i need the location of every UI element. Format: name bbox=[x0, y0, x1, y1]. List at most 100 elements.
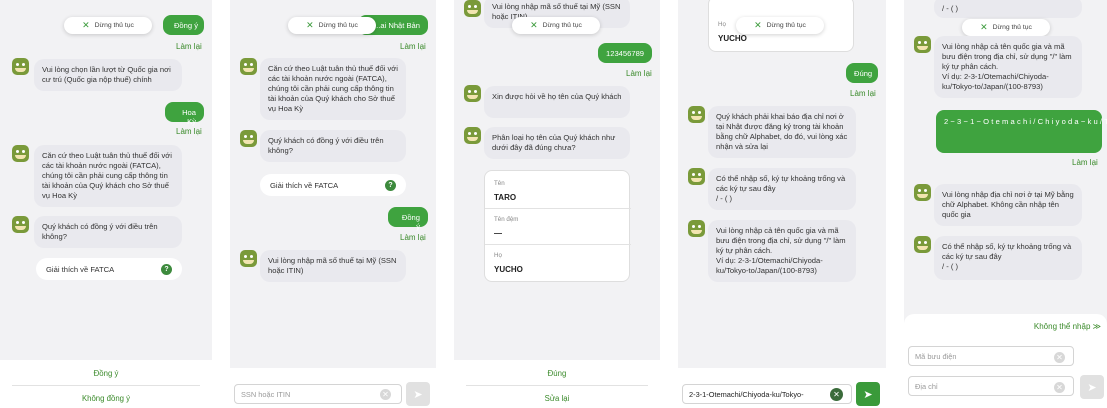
send-button[interactable]: ➤ bbox=[1080, 375, 1104, 399]
double-chevron-right-icon: ≫ bbox=[1092, 322, 1101, 331]
fatca-explanation-label: Giải thích về FATCA bbox=[46, 264, 115, 274]
bot-avatar bbox=[240, 130, 257, 147]
middle-name-label: Tên đệm bbox=[494, 216, 519, 223]
agree-button[interactable]: Đồng ý bbox=[0, 369, 212, 378]
bot-avatar bbox=[688, 220, 705, 237]
name-card: Tên TARO Tên đệm — Họ YUCHO bbox=[484, 170, 631, 282]
input-bar: SSN hoặc ITIN ✕ ➤ bbox=[230, 368, 436, 408]
first-name-label: Tên bbox=[494, 180, 505, 187]
skip-input-link[interactable]: Không thể nhập ≫ bbox=[1034, 322, 1101, 331]
middle-name-value: — bbox=[494, 229, 502, 238]
bot-message-name: Xin được hỏi về họ tên của Quý khách bbox=[484, 86, 630, 118]
redo-link[interactable]: Làm lại bbox=[626, 69, 652, 78]
user-message-agree: Đồng ý bbox=[163, 15, 204, 35]
bot-message-address-note: Quý khách phải khai báo địa chỉ nơi ở tạ… bbox=[708, 106, 856, 158]
bot-message-example: Vui lòng nhập cả tên quốc gia và mã bưu … bbox=[934, 36, 1082, 98]
user-message-us: Hoa Kỳ bbox=[165, 102, 204, 126]
bot-avatar bbox=[12, 58, 29, 75]
ssn-input[interactable]: SSN hoặc ITIN bbox=[234, 384, 402, 404]
bot-avatar bbox=[464, 85, 481, 102]
stop-procedure-button[interactable]: ✕ Dừng thủ tục bbox=[512, 17, 600, 34]
address-input[interactable]: 2-3-1-Otemachi/Chiyoda-ku/Tokyo- bbox=[682, 384, 852, 404]
clear-icon[interactable]: ✕ bbox=[1054, 382, 1065, 393]
bot-avatar bbox=[12, 145, 29, 162]
fatca-explanation-button[interactable]: Giải thích về FATCA ? bbox=[260, 174, 406, 196]
stop-procedure-button[interactable]: ✕ Dừng thủ tục bbox=[962, 19, 1050, 36]
fix-button[interactable]: Sửa lại bbox=[454, 394, 660, 403]
close-icon: ✕ bbox=[306, 20, 314, 30]
redo-link[interactable]: Làm lại bbox=[176, 42, 202, 51]
chat-panel-4: Họ YUCHO ✕ Dừng thủ tục Đúng Làm lại Quý… bbox=[678, 0, 886, 408]
address-input[interactable]: Địa chỉ bbox=[908, 376, 1074, 396]
address-input-panel: Không thể nhập ≫ Mã bưu điện ✕ Địa chỉ ✕… bbox=[904, 314, 1107, 408]
chat-panel-3: Vui lòng nhập mã số thuế tại Mỹ (SSN hoặ… bbox=[454, 0, 660, 408]
stop-label: Dừng thủ tục bbox=[94, 22, 134, 29]
correct-button[interactable]: Đúng bbox=[454, 369, 660, 378]
chat-panel-2: ...ai Nhật Bản ✕ Dừng thủ tục Làm lại Că… bbox=[230, 0, 436, 408]
redo-link[interactable]: Làm lại bbox=[400, 42, 426, 51]
zip-input[interactable]: Mã bưu điện bbox=[908, 346, 1074, 366]
last-name-label: Họ bbox=[718, 21, 726, 28]
close-icon: ✕ bbox=[980, 22, 988, 32]
redo-link[interactable]: Làm lại bbox=[1072, 158, 1098, 167]
chat-panel-5: / - ( ) ✕ Dừng thủ tục Vui lòng nhập cả … bbox=[904, 0, 1107, 408]
close-icon: ✕ bbox=[530, 20, 538, 30]
bot-message-example: Vui lòng nhập cả tên quốc gia và mã bưu … bbox=[708, 220, 856, 282]
bot-message-fatca: Căn cứ theo Luật tuân thủ thuế đối với c… bbox=[260, 58, 406, 120]
bot-avatar bbox=[464, 0, 481, 17]
bot-message-confirm-name: Phân loại họ tên của Quý khách như dưới … bbox=[484, 127, 630, 159]
bot-avatar bbox=[464, 127, 481, 144]
bot-avatar bbox=[240, 58, 257, 75]
bot-message-allowed-chars: Có thể nhập số, ký tự khoảng trống và cá… bbox=[934, 236, 1082, 280]
chat-panel-1: ✕ Dừng thủ tục Đồng ý Làm lại Vui lòng c… bbox=[0, 0, 212, 408]
stop-label: Dừng thủ tục bbox=[766, 22, 806, 29]
bot-avatar bbox=[914, 236, 931, 253]
clear-icon[interactable]: ✕ bbox=[830, 388, 843, 401]
bot-avatar bbox=[240, 250, 257, 267]
clear-icon[interactable]: ✕ bbox=[380, 389, 391, 400]
bot-message-allowed-chars: Có thể nhập số, ký tự khoảng trống và cá… bbox=[708, 168, 856, 210]
divider bbox=[466, 385, 648, 386]
bot-message-ssn: Vui lòng nhập mã số thuế tại Mỹ (SSN hoặ… bbox=[260, 250, 406, 282]
bot-message-allowed-chars: / - ( ) bbox=[934, 0, 1082, 18]
bot-message-country: Vui lòng chọn lần lượt từ Quốc gia nơi c… bbox=[34, 59, 182, 91]
bot-avatar bbox=[688, 106, 705, 123]
close-icon: ✕ bbox=[754, 20, 762, 30]
stop-procedure-button[interactable]: ✕ Dừng thủ tục bbox=[64, 17, 152, 34]
fatca-explanation-button[interactable]: Giải thích về FATCA ? bbox=[36, 258, 182, 280]
last-name-label: Họ bbox=[494, 252, 502, 259]
divider bbox=[485, 244, 631, 245]
stop-procedure-button[interactable]: ✕ Dừng thủ tục bbox=[736, 17, 824, 34]
input-bar: 2-3-1-Otemachi/Chiyoda-ku/Tokyo- ✕ ➤ bbox=[678, 368, 886, 408]
redo-link[interactable]: Làm lại bbox=[176, 127, 202, 136]
redo-link[interactable]: Làm lại bbox=[850, 89, 876, 98]
last-name-value: YUCHO bbox=[494, 265, 523, 274]
send-button[interactable]: ➤ bbox=[856, 382, 880, 406]
bot-message-us-address: Vui lòng nhập địa chỉ nơi ở tại Mỹ bằng … bbox=[934, 184, 1082, 226]
choice-panel: Đồng ý Không đồng ý bbox=[0, 360, 212, 408]
stop-label: Dừng thủ tục bbox=[542, 22, 582, 29]
disagree-button[interactable]: Không đồng ý bbox=[0, 394, 212, 403]
send-button[interactable]: ➤ bbox=[406, 382, 430, 406]
last-name-value: YUCHO bbox=[718, 34, 747, 43]
divider bbox=[485, 208, 631, 209]
first-name-value: TARO bbox=[494, 193, 517, 202]
close-icon: ✕ bbox=[82, 20, 90, 30]
stop-label: Dừng thủ tục bbox=[992, 24, 1032, 31]
bot-avatar bbox=[914, 184, 931, 201]
user-message-ssn: 123456789 bbox=[598, 43, 652, 63]
user-message-agree: Đồng ý bbox=[388, 207, 428, 231]
redo-link[interactable]: Làm lại bbox=[400, 233, 426, 242]
bot-avatar bbox=[688, 168, 705, 185]
question-icon: ? bbox=[385, 179, 396, 191]
user-message-correct: Đúng bbox=[846, 63, 878, 83]
stop-label: Dừng thủ tục bbox=[318, 22, 358, 29]
bot-avatar bbox=[12, 216, 29, 233]
clear-icon[interactable]: ✕ bbox=[1054, 352, 1065, 363]
fatca-explanation-label: Giải thích về FATCA bbox=[270, 180, 339, 190]
bot-message-fatca: Căn cứ theo Luật tuân thủ thuế đối với c… bbox=[34, 145, 182, 207]
bot-message-agree-question: Quý khách có đồng ý với điều trên không? bbox=[260, 130, 406, 162]
user-message-address: 2−3−1−Otemachi/Chiyoda−ku/Tokyo−to/Japan… bbox=[936, 110, 1107, 153]
stop-procedure-button[interactable]: ✕ Dừng thủ tục bbox=[288, 17, 376, 34]
bot-avatar bbox=[914, 36, 931, 53]
